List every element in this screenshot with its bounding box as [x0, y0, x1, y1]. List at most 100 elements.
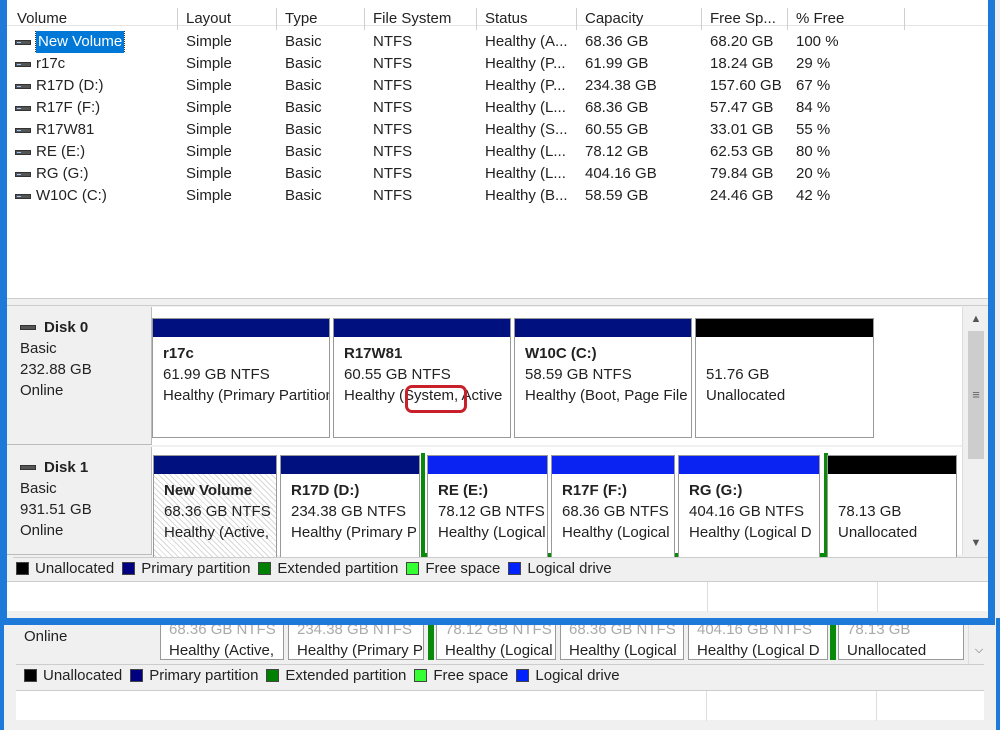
disk-0-label[interactable]: Disk 0 Basic 232.88 GB Online — [7, 307, 152, 445]
column-header-percent-free[interactable]: % Free — [788, 8, 905, 30]
partition-name: R17W81 — [344, 345, 403, 362]
disk-icon — [20, 465, 36, 470]
bg-legend: Unallocated Primary partition Extended p… — [16, 664, 984, 686]
legend-swatch — [122, 562, 136, 575]
volume-icon — [15, 127, 31, 133]
volume-icon — [15, 39, 31, 45]
disk-type: Basic — [20, 340, 57, 357]
legend-swatch — [406, 562, 420, 575]
table-row[interactable]: W10C (C:) Simple Basic NTFS Healthy (B..… — [7, 185, 988, 207]
volume-percent-free: 20 % — [796, 165, 831, 182]
partition-status: Healthy (Active, — [164, 524, 270, 541]
table-row[interactable]: R17W81 Simple Basic NTFS Healthy (S... 6… — [7, 119, 988, 141]
bg-scroll-down-icon[interactable]: ⌵ — [969, 640, 989, 660]
volume-name: R17F (F:) — [36, 99, 101, 116]
volume-name: RG (G:) — [36, 165, 89, 182]
volume-status: Healthy (L... — [485, 99, 566, 116]
partition-size: 404.16 GB NTFS — [689, 503, 805, 520]
table-row[interactable]: R17D (D:) Simple Basic NTFS Healthy (P..… — [7, 75, 988, 97]
table-row[interactable]: RG (G:) Simple Basic NTFS Healthy (L... … — [7, 163, 988, 185]
disk-icon — [20, 325, 36, 330]
volume-free-space: 79.84 GB — [710, 165, 774, 182]
scroll-thumb[interactable]: ≡ — [968, 331, 984, 459]
volume-file-system: NTFS — [373, 55, 413, 72]
bg-legend-primary: Primary partition — [149, 667, 259, 684]
scroll-up-icon[interactable]: ▲ — [966, 309, 986, 329]
partition-r17w81[interactable]: R17W81 60.55 GB NTFS Healthy (System, Ac… — [333, 318, 511, 438]
volume-capacity: 404.16 GB — [585, 165, 657, 182]
partition-w10c[interactable]: W10C (C:) 58.59 GB NTFS Healthy (Boot, P… — [514, 318, 692, 438]
partition-size: 234.38 GB NTFS — [291, 503, 407, 520]
column-header-free-space[interactable]: Free Sp... — [702, 8, 788, 30]
table-row[interactable]: R17F (F:) Simple Basic NTFS Healthy (L..… — [7, 97, 988, 119]
volume-file-system: NTFS — [373, 121, 413, 138]
partition-status: Healthy (Logical — [438, 524, 546, 541]
table-row[interactable]: RE (E:) Simple Basic NTFS Healthy (L... … — [7, 141, 988, 163]
volume-name: New Volume — [34, 31, 126, 53]
volume-type: Basic — [285, 55, 322, 72]
legend-primary-partition: Primary partition — [141, 560, 251, 577]
volume-status: Healthy (L... — [485, 143, 566, 160]
volume-icon — [15, 105, 31, 111]
volume-name: R17W81 — [36, 121, 95, 138]
bg-partition-status: Healthy (Logical — [569, 642, 677, 659]
disk-1-label[interactable]: Disk 1 Basic 931.51 GB Online — [7, 447, 152, 555]
partition-r17d[interactable]: R17D (D:) 234.38 GB NTFS Healthy (Primar… — [280, 455, 420, 559]
partition-status: Healthy (Boot, Page File — [525, 387, 688, 404]
partition-size: 51.76 GB — [706, 366, 770, 383]
partition-size: 61.99 GB NTFS — [163, 366, 270, 383]
disk-0-row[interactable]: Disk 0 Basic 232.88 GB Online r17c 61.99… — [7, 307, 962, 445]
disk-title: Disk 0 — [44, 319, 89, 336]
volume-layout: Simple — [186, 55, 232, 72]
partition-re[interactable]: RE (E:) 78.12 GB NTFS Healthy (Logical — [427, 455, 548, 559]
legend-swatch — [16, 562, 29, 575]
table-row[interactable]: r17c Simple Basic NTFS Healthy (P... 61.… — [7, 53, 988, 75]
disk-size: 232.88 GB — [20, 361, 92, 378]
volume-free-space: 24.46 GB — [710, 187, 774, 204]
column-header-type[interactable]: Type — [277, 8, 365, 30]
volume-capacity: 234.38 GB — [585, 77, 657, 94]
annotation-highlight — [405, 385, 467, 413]
partition-name: W10C (C:) — [525, 345, 597, 362]
volume-free-space: 33.01 GB — [710, 121, 774, 138]
column-header-status[interactable]: Status — [477, 8, 577, 30]
column-header-capacity[interactable]: Capacity — [577, 8, 702, 30]
partition-size: 78.13 GB — [838, 503, 902, 520]
partition-name — [838, 480, 956, 501]
volume-capacity: 61.99 GB — [585, 55, 649, 72]
table-row[interactable]: New Volume Simple Basic NTFS Healthy (A.… — [7, 31, 988, 53]
bg-partition-status: Unallocated — [847, 642, 927, 659]
volume-file-system: NTFS — [373, 165, 413, 182]
volume-type: Basic — [285, 143, 322, 160]
partition-name — [706, 343, 873, 364]
column-header-layout[interactable]: Layout — [178, 8, 277, 30]
volume-layout: Simple — [186, 187, 232, 204]
bg-status-bar — [16, 690, 984, 721]
column-header-file-system[interactable]: File System — [365, 8, 477, 30]
volume-status: Healthy (P... — [485, 77, 566, 94]
volume-capacity: 68.36 GB — [585, 99, 649, 116]
partition-rg[interactable]: RG (G:) 404.16 GB NTFS Healthy (Logical … — [678, 455, 820, 559]
disk-pane-vertical-scrollbar[interactable]: ▲ ≡ ▼ — [962, 307, 988, 555]
volume-list[interactable]: Volume Layout Type File System Status Ca… — [7, 0, 988, 298]
pane-splitter[interactable] — [7, 298, 988, 306]
partition-r17c[interactable]: r17c 61.99 GB NTFS Healthy (Primary Part… — [152, 318, 330, 438]
partition-status: Healthy (Primary Partition) — [163, 387, 329, 404]
scroll-down-icon[interactable]: ▼ — [966, 533, 986, 553]
column-header-volume[interactable]: Volume — [9, 8, 178, 30]
partition-unallocated[interactable]: 51.76 GB Unallocated — [695, 318, 874, 438]
partition-r17f[interactable]: R17F (F:) 68.36 GB NTFS Healthy (Logical — [551, 455, 675, 559]
volume-percent-free: 84 % — [796, 99, 831, 116]
volume-percent-free: 100 % — [796, 33, 839, 50]
volume-name: W10C (C:) — [36, 187, 107, 204]
partition-status: Unallocated — [838, 524, 918, 541]
volume-percent-free: 67 % — [796, 77, 831, 94]
partition-unallocated[interactable]: 78.13 GB Unallocated — [827, 455, 957, 559]
disk-1-row[interactable]: Disk 1 Basic 931.51 GB Online New Volume… — [7, 447, 962, 559]
bg-disk-state: Online — [24, 628, 68, 645]
partition-new-volume[interactable]: New Volume 68.36 GB NTFS Healthy (Active… — [153, 455, 277, 559]
volume-free-space: 62.53 GB — [710, 143, 774, 160]
volume-list-header: Volume Layout Type File System Status Ca… — [7, 0, 988, 30]
volume-name: r17c — [36, 55, 66, 72]
volume-icon — [15, 61, 31, 67]
